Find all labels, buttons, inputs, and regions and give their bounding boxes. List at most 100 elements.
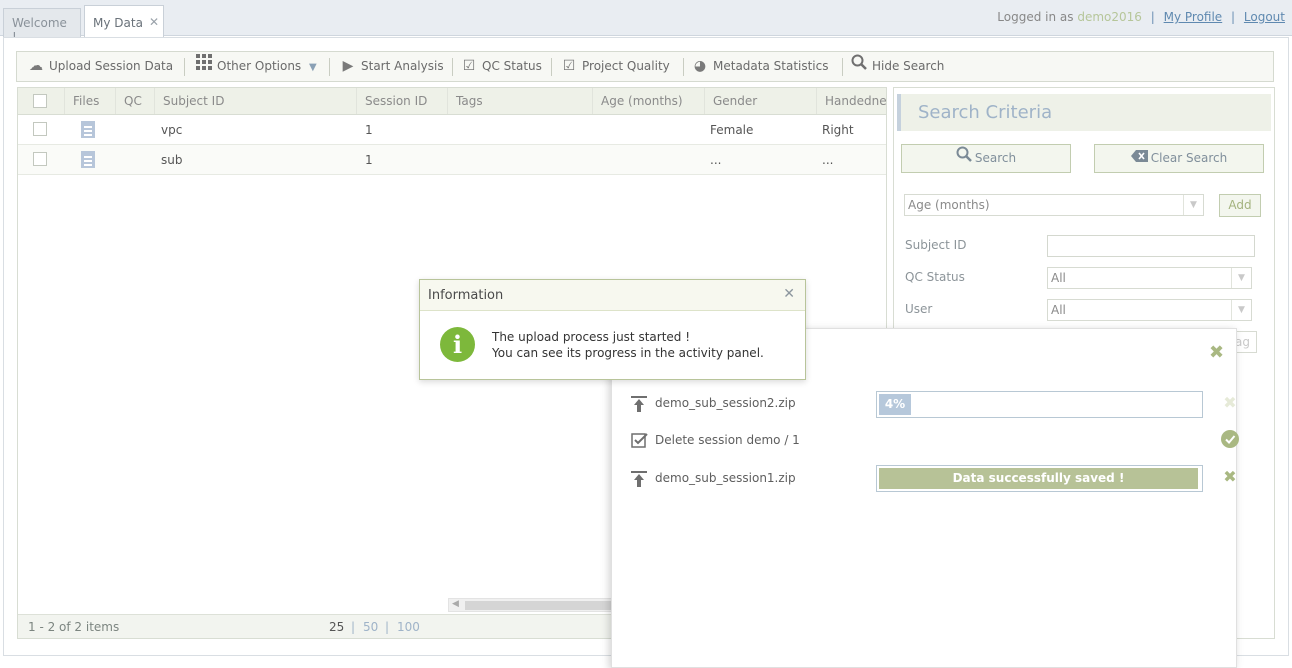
chevron-down-icon: ▼ bbox=[1183, 195, 1203, 215]
page-size-100[interactable]: 100 bbox=[397, 620, 420, 634]
info-icon: i bbox=[440, 327, 475, 362]
logged-in-label: Logged in as bbox=[997, 10, 1074, 24]
column-header-tags[interactable]: Tags bbox=[447, 88, 592, 114]
pie-chart-icon: ◕ bbox=[693, 58, 707, 74]
dialog-title: Information bbox=[428, 288, 504, 303]
toolbar: ☁ Upload Session Data Other Options ▼ ▶ St… bbox=[16, 51, 1274, 82]
my-profile-link[interactable]: My Profile bbox=[1164, 10, 1223, 24]
search-criteria-title: Search Criteria bbox=[897, 94, 1271, 131]
divider bbox=[329, 58, 330, 76]
criteria-field-select[interactable]: Age (months) ▼ bbox=[904, 194, 1204, 216]
hide-search-label: Hide Search bbox=[872, 59, 945, 73]
other-options-label: Other Options bbox=[217, 59, 302, 73]
file-icon[interactable] bbox=[81, 151, 95, 168]
play-icon: ▶ bbox=[342, 58, 354, 74]
start-analysis-button[interactable]: ▶ Start Analysis bbox=[339, 52, 444, 81]
file-icon[interactable] bbox=[81, 121, 95, 138]
cell-gender: ... bbox=[710, 153, 722, 167]
activity-item: demo_sub_session2.zip 4% ✖ bbox=[630, 391, 1237, 418]
divider bbox=[683, 58, 684, 76]
criteria-field-value: Age (months) bbox=[908, 198, 990, 212]
other-options-button[interactable]: Other Options ▼ bbox=[195, 52, 317, 81]
user-label: User bbox=[905, 302, 933, 316]
column-header-qc[interactable]: QC bbox=[115, 88, 154, 114]
qc-status-label: QC Status bbox=[482, 59, 542, 73]
page-size-50[interactable]: 50 bbox=[363, 620, 378, 634]
qc-status-select[interactable]: All ▼ bbox=[1047, 267, 1252, 289]
cloud-upload-icon: ☁ bbox=[29, 58, 43, 74]
upload-icon bbox=[630, 395, 648, 413]
column-header-session-id[interactable]: Session ID bbox=[356, 88, 447, 114]
search-icon bbox=[956, 145, 972, 172]
qc-status-button[interactable]: ☑ QC Status bbox=[460, 52, 542, 81]
horizontal-scrollbar[interactable]: ◀ bbox=[448, 598, 628, 612]
column-header-age[interactable]: Age (months) bbox=[592, 88, 704, 114]
column-header-handedness[interactable]: Handedne bbox=[816, 88, 886, 114]
start-analysis-label: Start Analysis bbox=[361, 59, 444, 73]
progress-text: Data successfully saved ! bbox=[952, 471, 1125, 485]
divider bbox=[842, 58, 843, 76]
activity-item: demo_sub_session1.zip Data successfully … bbox=[630, 465, 1237, 492]
hide-search-button[interactable]: Hide Search bbox=[850, 52, 944, 81]
tag-field-text: ag bbox=[1235, 335, 1250, 349]
table-row[interactable]: vpc 1 Female Right bbox=[18, 115, 886, 145]
cell-age bbox=[592, 145, 599, 175]
progress-text: 4% bbox=[884, 397, 906, 411]
clear-icon bbox=[1130, 145, 1148, 172]
upload-session-button[interactable]: ☁ Upload Session Data bbox=[27, 52, 173, 81]
chevron-down-icon: ▼ bbox=[1231, 268, 1251, 288]
subject-id-label: Subject ID bbox=[905, 238, 967, 252]
activity-item-name: Delete session demo / 1 bbox=[655, 433, 800, 447]
grid-icon bbox=[195, 52, 213, 81]
cell-session-id: 1 bbox=[365, 123, 373, 137]
separator: | bbox=[1231, 10, 1236, 24]
tab-welcome[interactable]: Welcome ! bbox=[3, 8, 81, 44]
grid-header: Files QC Subject ID Session ID Tags Age … bbox=[18, 88, 886, 115]
logout-link[interactable]: Logout bbox=[1244, 10, 1285, 24]
cancel-upload-icon[interactable]: ✖ bbox=[1220, 393, 1240, 412]
qc-status-label: QC Status bbox=[905, 270, 965, 284]
tab-close-icon[interactable]: ✕ bbox=[149, 15, 159, 29]
dialog-message: The upload process just started ! You ca… bbox=[492, 329, 764, 361]
row-checkbox[interactable] bbox=[33, 152, 47, 166]
select-all-checkbox[interactable] bbox=[33, 94, 47, 108]
table-row[interactable]: sub 1 ... ... bbox=[18, 145, 886, 175]
checkbox-icon: ☑ bbox=[462, 58, 476, 74]
search-button[interactable]: Search bbox=[901, 144, 1071, 173]
activity-item-name: demo_sub_session2.zip bbox=[655, 396, 796, 410]
close-activity-icon[interactable]: ✖ bbox=[1209, 342, 1224, 363]
upload-progress-bar: Data successfully saved ! bbox=[876, 465, 1203, 492]
column-header-gender[interactable]: Gender bbox=[704, 88, 816, 114]
metadata-statistics-label: Metadata Statistics bbox=[713, 59, 829, 73]
row-checkbox[interactable] bbox=[33, 122, 47, 136]
separator: | bbox=[351, 620, 356, 634]
search-button-label: Search bbox=[974, 151, 1017, 165]
clear-search-label: Clear Search bbox=[1150, 151, 1228, 165]
cell-gender: Female bbox=[710, 123, 754, 137]
divider bbox=[184, 58, 185, 76]
divider bbox=[551, 58, 552, 76]
project-quality-label: Project Quality bbox=[582, 59, 670, 73]
cell-tags bbox=[447, 115, 454, 145]
column-header-subject-id[interactable]: Subject ID bbox=[154, 88, 356, 114]
scroll-left-icon[interactable]: ◀ bbox=[452, 599, 459, 609]
item-count: 1 - 2 of 2 items bbox=[28, 620, 120, 634]
clear-search-button[interactable]: Clear Search bbox=[1094, 144, 1264, 173]
close-icon[interactable]: ✕ bbox=[783, 286, 795, 302]
tab-my-data[interactable]: My Data ✕ bbox=[84, 5, 164, 37]
project-quality-button[interactable]: ☑ Project Quality bbox=[560, 52, 670, 81]
cell-session-id: 1 bbox=[365, 153, 373, 167]
add-criteria-button[interactable]: Add bbox=[1219, 194, 1261, 217]
metadata-statistics-button[interactable]: ◕ Metadata Statistics bbox=[691, 52, 829, 81]
subject-id-input[interactable] bbox=[1047, 235, 1255, 257]
page-size-25[interactable]: 25 bbox=[329, 620, 344, 634]
username: demo2016 bbox=[1077, 10, 1142, 24]
information-dialog: Information ✕ i The upload process just … bbox=[419, 279, 806, 380]
activity-item-name: demo_sub_session1.zip bbox=[655, 471, 796, 485]
column-header-files[interactable]: Files bbox=[64, 88, 115, 114]
dialog-message-line: The upload process just started ! bbox=[492, 330, 691, 344]
user-select[interactable]: All ▼ bbox=[1047, 299, 1252, 321]
remove-item-icon[interactable]: ✖ bbox=[1220, 467, 1240, 486]
cell-handedness: Right bbox=[822, 123, 854, 137]
scroll-thumb[interactable] bbox=[465, 601, 625, 610]
